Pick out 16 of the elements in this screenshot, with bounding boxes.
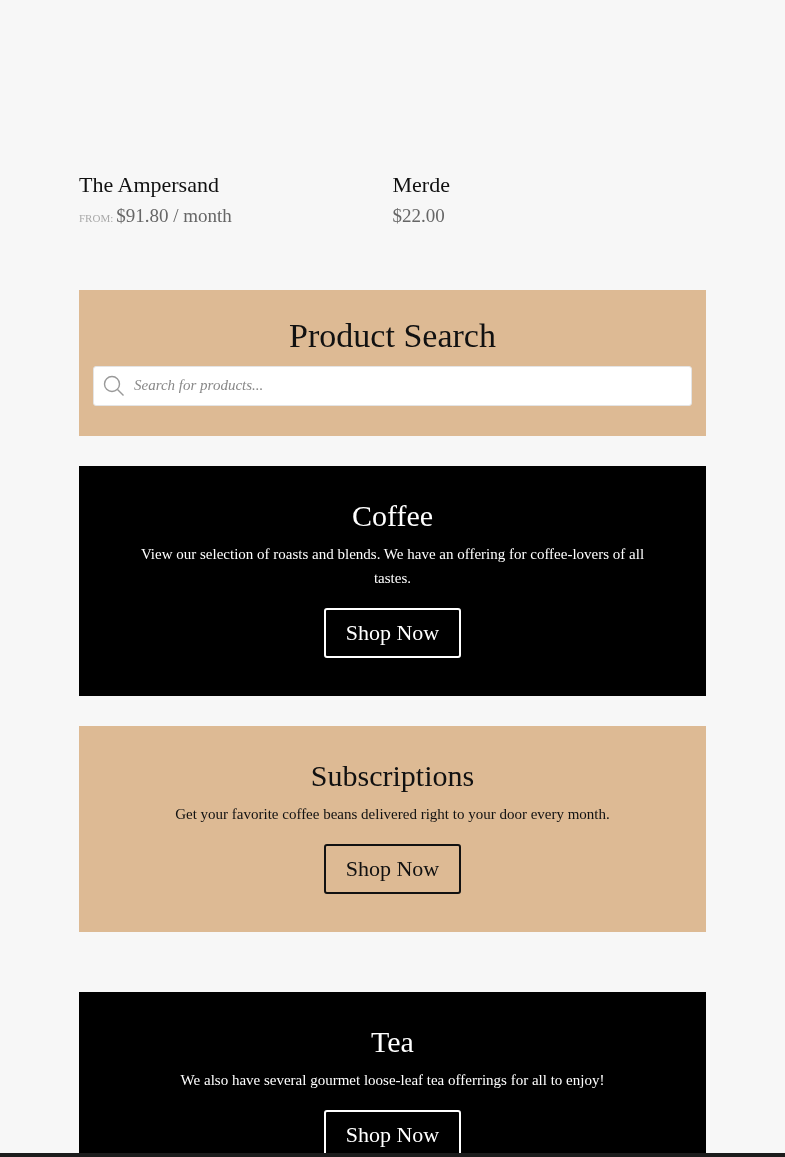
search-icon: [103, 374, 125, 397]
section-text: Get your favorite coffee beans delivered right to your door every month.: [175, 804, 610, 824]
section-title: Coffee: [351, 497, 434, 534]
product-price: $91.80 / month: [116, 204, 232, 228]
shop-now-button[interactable]: Shop Now: [323, 607, 462, 658]
search-field[interactable]: Search for products...: [93, 365, 692, 406]
section-title: Tea: [371, 1023, 414, 1060]
section-title: Subscriptions: [310, 757, 475, 794]
shop-now-button[interactable]: Shop Now: [323, 843, 462, 894]
section-text: View our selection of roasts and blends. We have an offering for coffee-lovers of all tastes.: [139, 544, 646, 588]
product-name[interactable]: The Ampersand: [79, 170, 393, 200]
section-title: Product Search: [289, 315, 496, 356]
product-price: $22.00: [392, 204, 445, 228]
price-prefix: FROM:: [79, 211, 114, 226]
section-text: We also have several gourmet loose-leaf tea offerrings for all to enjoy!: [180, 1070, 605, 1090]
product-name[interactable]: Merde: [392, 170, 706, 200]
